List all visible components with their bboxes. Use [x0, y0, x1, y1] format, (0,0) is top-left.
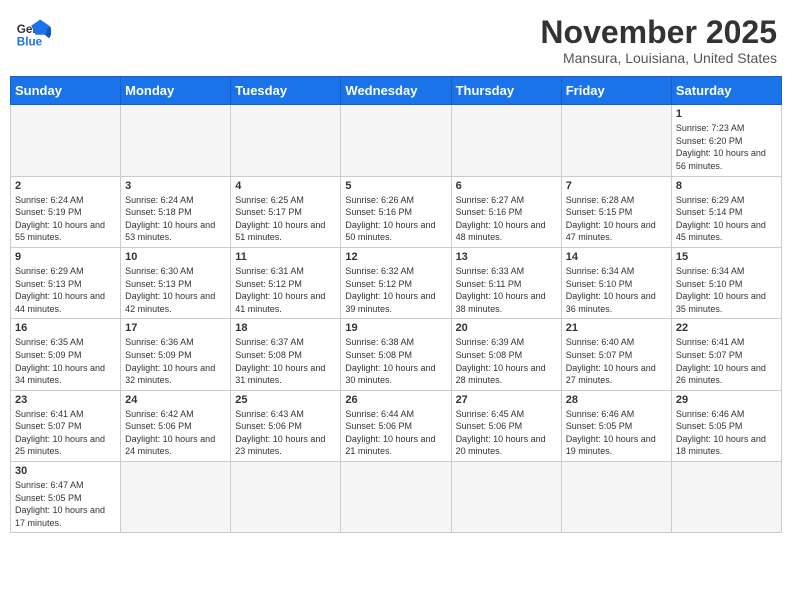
empty-cell [11, 105, 121, 176]
calendar-row-2: 2 Sunrise: 6:24 AMSunset: 5:19 PMDayligh… [11, 176, 782, 247]
day-24: 24 Sunrise: 6:42 AMSunset: 5:06 PMDaylig… [121, 390, 231, 461]
day-11: 11 Sunrise: 6:31 AMSunset: 5:12 PMDaylig… [231, 247, 341, 318]
day-12: 12 Sunrise: 6:32 AMSunset: 5:12 PMDaylig… [341, 247, 451, 318]
empty-cell [671, 462, 781, 533]
day-27: 27 Sunrise: 6:45 AMSunset: 5:06 PMDaylig… [451, 390, 561, 461]
day-30: 30 Sunrise: 6:47 AMSunset: 5:05 PMDaylig… [11, 462, 121, 533]
day-28: 28 Sunrise: 6:46 AMSunset: 5:05 PMDaylig… [561, 390, 671, 461]
logo-icon: General Blue [15, 15, 51, 51]
empty-cell [561, 105, 671, 176]
calendar-row-1: 1 Sunrise: 7:23 AMSunset: 6:20 PMDayligh… [11, 105, 782, 176]
day-13: 13 Sunrise: 6:33 AMSunset: 5:11 PMDaylig… [451, 247, 561, 318]
day-22: 22 Sunrise: 6:41 AMSunset: 5:07 PMDaylig… [671, 319, 781, 390]
empty-cell [121, 105, 231, 176]
day-29: 29 Sunrise: 6:46 AMSunset: 5:05 PMDaylig… [671, 390, 781, 461]
logo: General Blue [15, 15, 51, 51]
day-8: 8 Sunrise: 6:29 AMSunset: 5:14 PMDayligh… [671, 176, 781, 247]
day-15: 15 Sunrise: 6:34 AMSunset: 5:10 PMDaylig… [671, 247, 781, 318]
day-7: 7 Sunrise: 6:28 AMSunset: 5:15 PMDayligh… [561, 176, 671, 247]
day-26: 26 Sunrise: 6:44 AMSunset: 5:06 PMDaylig… [341, 390, 451, 461]
header-saturday: Saturday [671, 77, 781, 105]
day-18: 18 Sunrise: 6:37 AMSunset: 5:08 PMDaylig… [231, 319, 341, 390]
day-19: 19 Sunrise: 6:38 AMSunset: 5:08 PMDaylig… [341, 319, 451, 390]
empty-cell [341, 105, 451, 176]
svg-text:Blue: Blue [17, 36, 43, 49]
empty-cell [561, 462, 671, 533]
calendar-row-6: 30 Sunrise: 6:47 AMSunset: 5:05 PMDaylig… [11, 462, 782, 533]
empty-cell [341, 462, 451, 533]
day-23: 23 Sunrise: 6:41 AMSunset: 5:07 PMDaylig… [11, 390, 121, 461]
day-6: 6 Sunrise: 6:27 AMSunset: 5:16 PMDayligh… [451, 176, 561, 247]
page-header: General Blue November 2025 Mansura, Loui… [10, 10, 782, 66]
day-16: 16 Sunrise: 6:35 AMSunset: 5:09 PMDaylig… [11, 319, 121, 390]
header-friday: Friday [561, 77, 671, 105]
day-9: 9 Sunrise: 6:29 AMSunset: 5:13 PMDayligh… [11, 247, 121, 318]
calendar-table: Sunday Monday Tuesday Wednesday Thursday… [10, 76, 782, 533]
empty-cell [231, 105, 341, 176]
day-3: 3 Sunrise: 6:24 AMSunset: 5:18 PMDayligh… [121, 176, 231, 247]
day-17: 17 Sunrise: 6:36 AMSunset: 5:09 PMDaylig… [121, 319, 231, 390]
calendar-row-4: 16 Sunrise: 6:35 AMSunset: 5:09 PMDaylig… [11, 319, 782, 390]
day-25: 25 Sunrise: 6:43 AMSunset: 5:06 PMDaylig… [231, 390, 341, 461]
title-block: November 2025 Mansura, Louisiana, United… [540, 15, 777, 66]
empty-cell [231, 462, 341, 533]
header-monday: Monday [121, 77, 231, 105]
header-thursday: Thursday [451, 77, 561, 105]
day-14: 14 Sunrise: 6:34 AMSunset: 5:10 PMDaylig… [561, 247, 671, 318]
header-tuesday: Tuesday [231, 77, 341, 105]
day-2: 2 Sunrise: 6:24 AMSunset: 5:19 PMDayligh… [11, 176, 121, 247]
day-5: 5 Sunrise: 6:26 AMSunset: 5:16 PMDayligh… [341, 176, 451, 247]
day-20: 20 Sunrise: 6:39 AMSunset: 5:08 PMDaylig… [451, 319, 561, 390]
empty-cell [451, 462, 561, 533]
empty-cell [451, 105, 561, 176]
month-title: November 2025 [540, 15, 777, 50]
day-1: 1 Sunrise: 7:23 AMSunset: 6:20 PMDayligh… [671, 105, 781, 176]
calendar-row-5: 23 Sunrise: 6:41 AMSunset: 5:07 PMDaylig… [11, 390, 782, 461]
calendar-row-3: 9 Sunrise: 6:29 AMSunset: 5:13 PMDayligh… [11, 247, 782, 318]
day-10: 10 Sunrise: 6:30 AMSunset: 5:13 PMDaylig… [121, 247, 231, 318]
header-sunday: Sunday [11, 77, 121, 105]
location: Mansura, Louisiana, United States [540, 50, 777, 66]
day-21: 21 Sunrise: 6:40 AMSunset: 5:07 PMDaylig… [561, 319, 671, 390]
weekday-header-row: Sunday Monday Tuesday Wednesday Thursday… [11, 77, 782, 105]
day-4: 4 Sunrise: 6:25 AMSunset: 5:17 PMDayligh… [231, 176, 341, 247]
header-wednesday: Wednesday [341, 77, 451, 105]
empty-cell [121, 462, 231, 533]
